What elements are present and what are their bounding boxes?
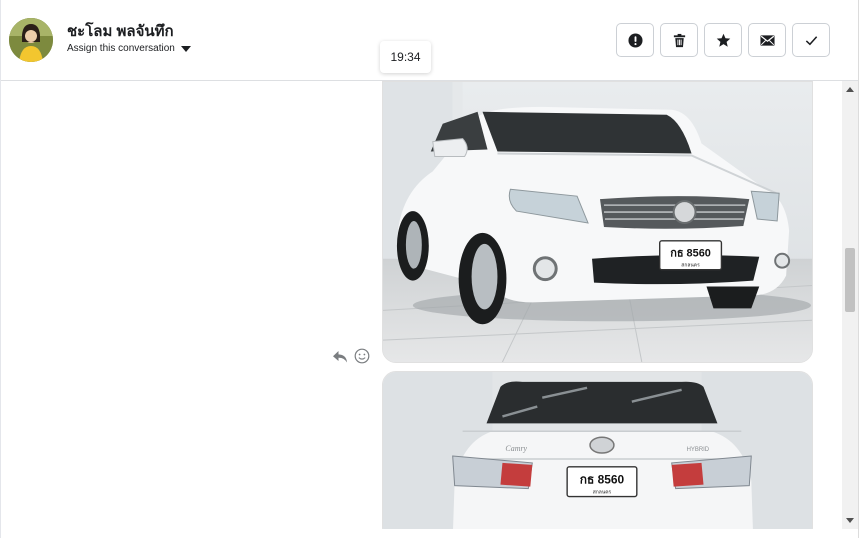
assign-conversation-dropdown[interactable]: Assign this conversation: [67, 43, 191, 54]
svg-text:HYBRID: HYBRID: [687, 447, 710, 453]
caret-down-icon: [180, 46, 191, 52]
message-tools: [332, 348, 370, 364]
trash-icon: [673, 33, 685, 47]
scrollbar-thumb[interactable]: [845, 248, 855, 312]
mark-spam-button[interactable]: [616, 23, 654, 57]
message-time-tooltip: 19:34: [380, 41, 431, 73]
check-icon: [805, 35, 817, 45]
scroll-up-arrow-icon[interactable]: [846, 87, 854, 92]
avatar-image: [9, 18, 53, 62]
contact-name: ชะโลม พลจันทึก: [67, 23, 174, 40]
emoji-reaction-icon[interactable]: [354, 348, 370, 364]
plate-text: กธ 8560: [670, 248, 711, 260]
reply-icon[interactable]: [332, 348, 348, 364]
mark-done-button[interactable]: [792, 23, 830, 57]
exclamation-icon: [627, 32, 643, 48]
message-thread: กธ 8560 สกลนคร Camry HYBRID กธ 8560 สกลน…: [1, 81, 841, 529]
car-front-photo: กธ 8560 สกลนคร: [383, 82, 812, 362]
plate-province: สกลนคร: [681, 263, 700, 269]
svg-text:Camry: Camry: [505, 444, 527, 453]
mark-unread-button[interactable]: [748, 23, 786, 57]
scrollbar[interactable]: [842, 81, 858, 529]
plate-province: สกลนคร: [593, 490, 612, 496]
delete-button[interactable]: [660, 23, 698, 57]
scroll-down-arrow-icon[interactable]: [846, 518, 854, 523]
plate-text: กธ 8560: [580, 473, 625, 487]
conversation-window: ชะโลม พลจันทึก Assign this conversation: [0, 0, 859, 538]
avatar[interactable]: [9, 18, 53, 62]
header-actions: [616, 23, 830, 57]
envelope-icon: [759, 34, 775, 46]
image-message[interactable]: Camry HYBRID กธ 8560 สกลนคร: [382, 371, 813, 529]
car-rear-photo: Camry HYBRID กธ 8560 สกลนคร: [383, 372, 812, 529]
assign-label: Assign this conversation: [67, 43, 175, 54]
star-button[interactable]: [704, 23, 742, 57]
image-message[interactable]: กธ 8560 สกลนคร: [382, 81, 813, 363]
star-icon: [716, 33, 730, 47]
